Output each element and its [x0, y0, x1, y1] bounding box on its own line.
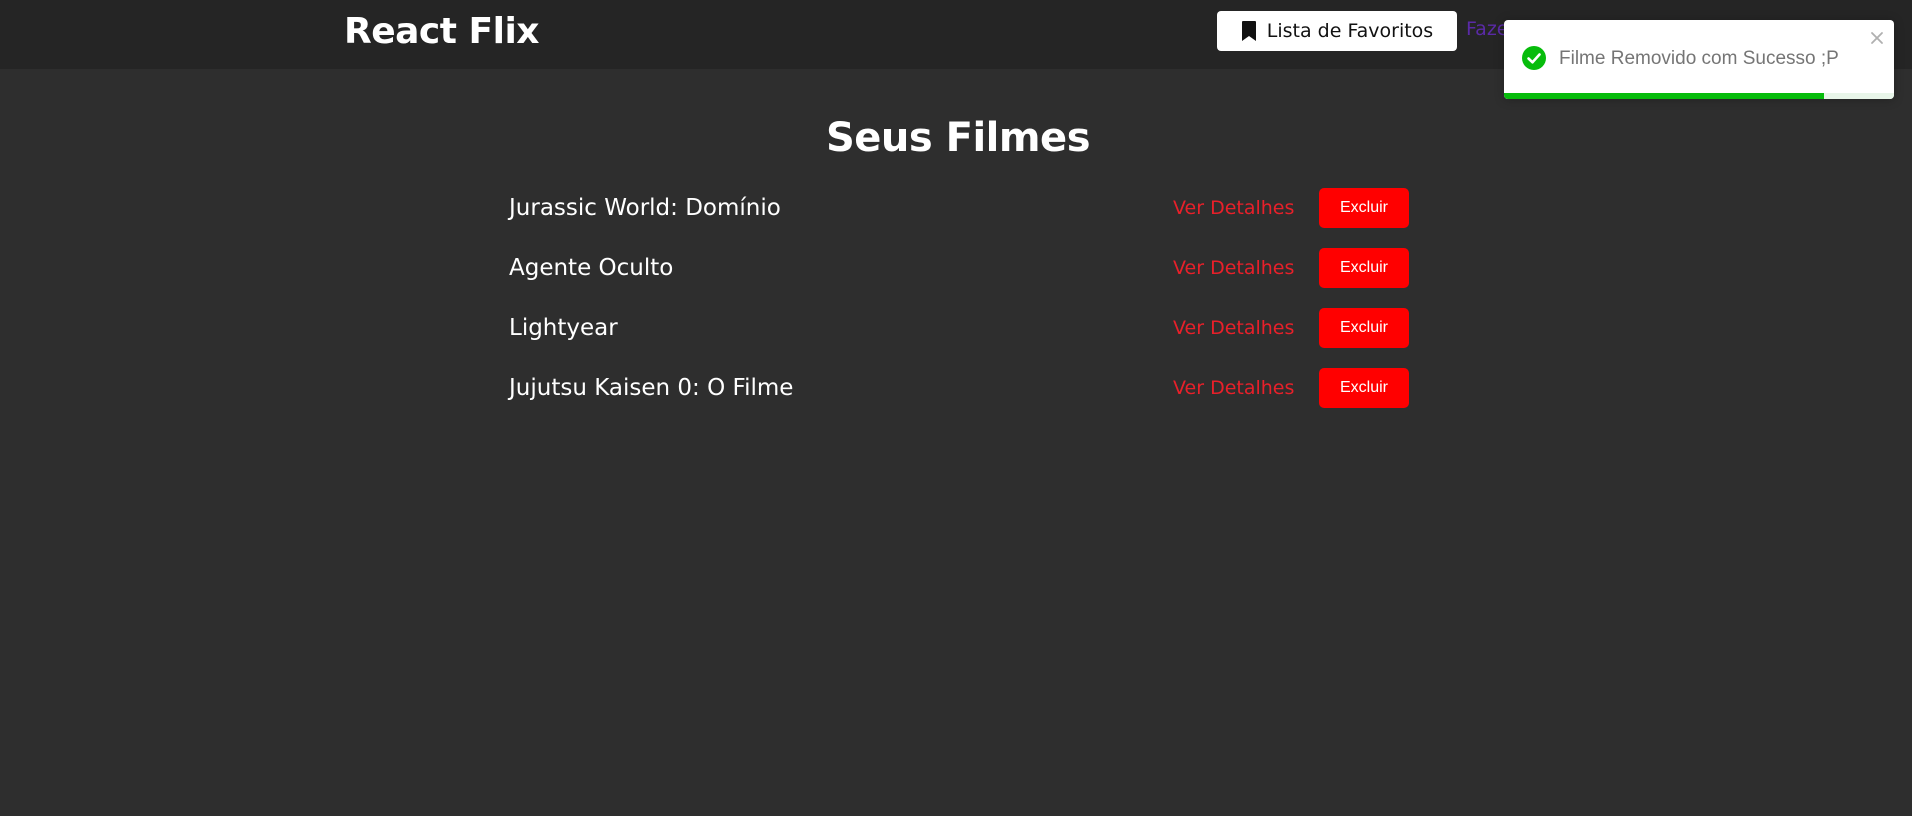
view-details-link[interactable]: Ver Detalhes [1173, 375, 1294, 401]
movie-row: Lightyear Ver Detalhes Excluir [509, 308, 1409, 368]
page-title: Seus Filmes [825, 115, 1091, 161]
success-toast[interactable]: Filme Removido com Sucesso ;P [1504, 20, 1894, 99]
movie-list: Jurassic World: Domínio Ver Detalhes Exc… [509, 188, 1409, 428]
close-icon[interactable] [1869, 30, 1885, 46]
movie-title: Lightyear [509, 315, 618, 341]
movie-title: Jurassic World: Domínio [509, 195, 781, 221]
check-circle-icon [1522, 46, 1546, 70]
view-details-link[interactable]: Ver Detalhes [1173, 255, 1294, 281]
delete-button[interactable]: Excluir [1319, 308, 1409, 348]
delete-button[interactable]: Excluir [1319, 368, 1409, 408]
toast-progress-track [1504, 93, 1894, 99]
delete-button[interactable]: Excluir [1319, 248, 1409, 288]
toast-message: Filme Removido com Sucesso ;P [1559, 48, 1839, 69]
toast-progress-bar [1504, 93, 1824, 99]
view-details-link[interactable]: Ver Detalhes [1173, 195, 1294, 221]
bookmark-icon [1241, 20, 1257, 42]
favorites-list-button[interactable]: Lista de Favoritos [1217, 11, 1457, 51]
movie-title: Agente Oculto [509, 255, 674, 281]
view-details-link[interactable]: Ver Detalhes [1173, 315, 1294, 341]
favorites-list-label: Lista de Favoritos [1266, 20, 1434, 42]
delete-button[interactable]: Excluir [1319, 188, 1409, 228]
partial-nav-link[interactable]: Fazer [1466, 18, 1506, 40]
movie-title: Jujutsu Kaisen 0: O Filme [509, 375, 794, 401]
movie-row: Agente Oculto Ver Detalhes Excluir [509, 248, 1409, 308]
app-logo[interactable]: React Flix [344, 8, 540, 56]
movie-row: Jurassic World: Domínio Ver Detalhes Exc… [509, 188, 1409, 248]
movie-row: Jujutsu Kaisen 0: O Filme Ver Detalhes E… [509, 368, 1409, 428]
